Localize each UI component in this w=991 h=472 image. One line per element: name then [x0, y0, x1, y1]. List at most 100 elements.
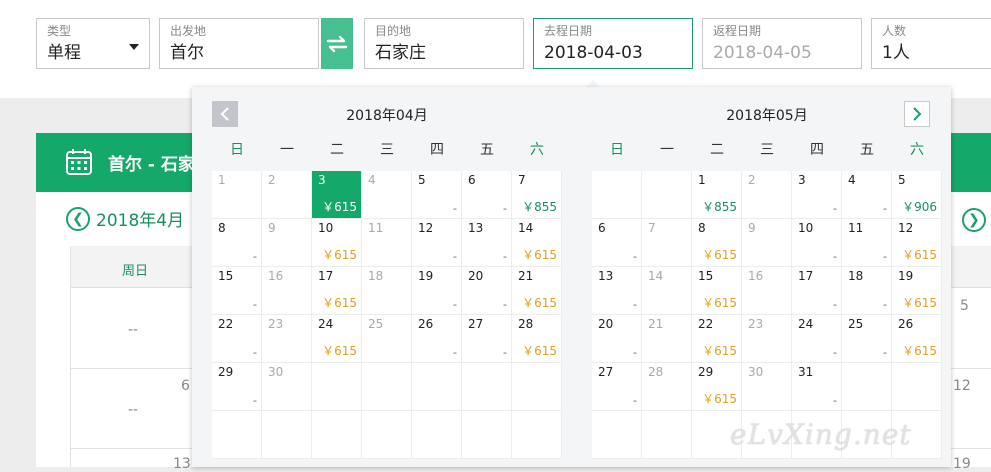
- day-cell[interactable]: 12 -: [412, 219, 462, 267]
- day-cell: 7: [642, 219, 692, 267]
- day-price: -: [883, 250, 887, 263]
- day-number: 8: [218, 221, 226, 235]
- day-cell[interactable]: 6-: [592, 219, 642, 267]
- day-cell[interactable]: 27 -: [462, 315, 512, 363]
- next-month-button[interactable]: [904, 101, 930, 127]
- destination-field[interactable]: 目的地 石家庄: [364, 18, 524, 69]
- day-cell[interactable]: 14 ￥615: [512, 219, 562, 267]
- day-cell[interactable]: 20 -: [462, 267, 512, 315]
- weekday-label: 四: [430, 142, 444, 158]
- day-cell[interactable]: 13 -: [592, 267, 642, 315]
- day-number: 29: [218, 365, 234, 379]
- day-cell[interactable]: 29 ￥615: [692, 363, 742, 411]
- day-number: 3: [318, 173, 326, 187]
- day-number: 24: [318, 317, 334, 331]
- chevron-right-icon[interactable]: ❯: [962, 208, 986, 232]
- day-cell: 9: [742, 219, 792, 267]
- day-cell[interactable]: 18 -: [842, 267, 892, 315]
- day-number: 7: [648, 221, 656, 235]
- day-cell[interactable]: 8 ￥615: [692, 219, 742, 267]
- passengers-field[interactable]: 人数 1人: [871, 18, 991, 69]
- chevron-right-icon: [913, 107, 922, 121]
- depart-date-value: 2018-04-03: [544, 43, 643, 63]
- day-number: 23: [268, 317, 284, 331]
- day-price: ￥615: [702, 392, 737, 406]
- day-cell[interactable]: 12 ￥615: [892, 219, 942, 267]
- day-cell[interactable]: 11 -: [842, 219, 892, 267]
- day-cell: 18: [362, 267, 412, 315]
- day-price: -: [503, 298, 507, 311]
- day-cell[interactable]: 17 ￥615: [312, 267, 362, 315]
- day-cell[interactable]: 4-: [842, 171, 892, 219]
- weekday-label: 三: [760, 142, 774, 158]
- day-cell: 9: [262, 219, 312, 267]
- day-cell[interactable]: 26 -: [412, 315, 462, 363]
- day-cell[interactable]: 19 ￥615: [892, 267, 942, 315]
- day-cell[interactable]: 22 -: [212, 315, 262, 363]
- day-number: 24: [798, 317, 814, 331]
- table-cell: 12: [953, 378, 971, 394]
- day-cell[interactable]: 6-: [462, 171, 512, 219]
- day-price: ￥615: [902, 248, 937, 262]
- day-cell[interactable]: 19 -: [412, 267, 462, 315]
- empty-day-cell: [462, 363, 512, 411]
- return-date-field[interactable]: 返程日期 2018-04-05: [702, 18, 862, 69]
- day-cell[interactable]: 24 ￥615: [312, 315, 362, 363]
- chevron-left-icon[interactable]: ❮: [66, 206, 90, 231]
- day-cell: 23: [262, 315, 312, 363]
- depart-date-field[interactable]: 去程日期 2018-04-03: [533, 18, 693, 69]
- day-cell[interactable]: 10 ￥615: [312, 219, 362, 267]
- day-cell[interactable]: 27 -: [592, 363, 642, 411]
- day-cell: 28: [642, 363, 692, 411]
- day-cell: 23: [742, 315, 792, 363]
- day-cell[interactable]: 25 -: [842, 315, 892, 363]
- origin-field[interactable]: 出发地 首尔: [159, 18, 319, 69]
- day-cell[interactable]: 3 ￥615: [312, 171, 362, 219]
- day-price: ￥615: [702, 296, 737, 310]
- day-cell: 11: [362, 219, 412, 267]
- day-cell[interactable]: 1 ￥855: [692, 171, 742, 219]
- day-number: 11: [368, 221, 384, 235]
- depart-date-label: 去程日期: [544, 24, 593, 38]
- day-price: -: [253, 346, 257, 359]
- day-cell: 25: [362, 315, 412, 363]
- day-cell[interactable]: 21 ￥615: [512, 267, 562, 315]
- day-cell[interactable]: 8-: [212, 219, 262, 267]
- day-cell[interactable]: 17 -: [792, 267, 842, 315]
- day-cell[interactable]: 29 -: [212, 363, 262, 411]
- weekday-label: 五: [480, 142, 494, 158]
- day-cell[interactable]: 22 ￥615: [692, 315, 742, 363]
- day-cell[interactable]: 15 -: [212, 267, 262, 315]
- day-number: 27: [598, 365, 614, 379]
- day-cell[interactable]: 5-: [412, 171, 462, 219]
- trip-type-select[interactable]: 类型 单程: [36, 18, 150, 69]
- day-price: ￥615: [522, 344, 557, 358]
- day-number: 18: [368, 269, 384, 283]
- day-cell[interactable]: 13 -: [462, 219, 512, 267]
- day-cell[interactable]: 28 ￥615: [512, 315, 562, 363]
- swap-button[interactable]: [321, 18, 353, 69]
- day-price: ￥615: [902, 296, 937, 310]
- day-cell[interactable]: 31 -: [792, 363, 842, 411]
- day-cell[interactable]: 5 ￥906: [892, 171, 942, 219]
- empty-day-cell: [642, 171, 692, 219]
- day-cell[interactable]: 24 -: [792, 315, 842, 363]
- passengers-label: 人数: [882, 24, 907, 38]
- day-number: 2: [748, 173, 756, 187]
- day-number: 4: [368, 173, 376, 187]
- day-cell: 21: [642, 315, 692, 363]
- day-cell[interactable]: 20 -: [592, 315, 642, 363]
- day-number: 15: [698, 269, 714, 283]
- empty-day-cell: [312, 411, 362, 459]
- month-title: 2018年05月: [726, 108, 808, 124]
- day-cell[interactable]: 10 -: [792, 219, 842, 267]
- day-cell[interactable]: 3-: [792, 171, 842, 219]
- day-cell[interactable]: 26 ￥615: [892, 315, 942, 363]
- day-number: 30: [268, 365, 284, 379]
- empty-day-cell: [692, 411, 742, 459]
- day-cell[interactable]: 7 ￥855: [512, 171, 562, 219]
- empty-day-cell: [412, 363, 462, 411]
- day-price: ￥855: [702, 200, 737, 214]
- day-cell[interactable]: 15 ￥615: [692, 267, 742, 315]
- day-number: 21: [648, 317, 664, 331]
